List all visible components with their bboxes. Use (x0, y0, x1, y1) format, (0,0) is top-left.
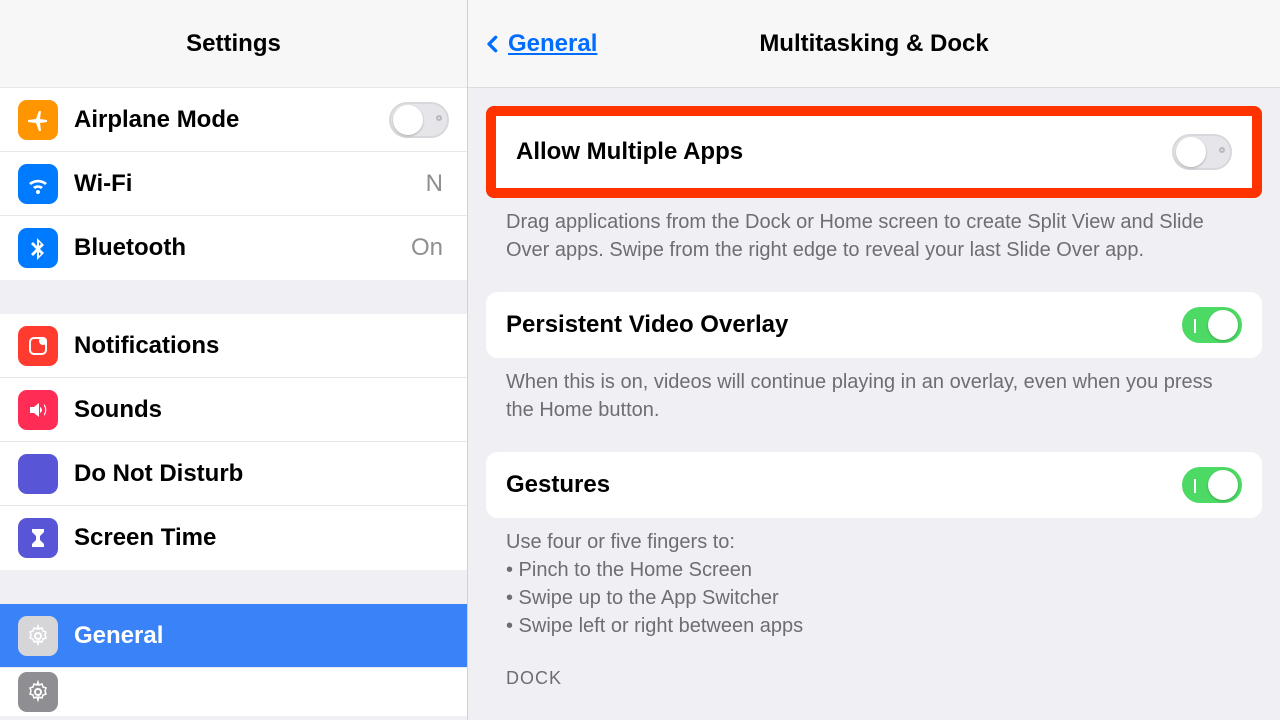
moon-icon (18, 454, 58, 494)
setting-description: Drag applications from the Dock or Home … (486, 198, 1262, 264)
sidebar-item-label: Airplane Mode (74, 106, 389, 134)
settings-sidebar: Settings Airplane Mode Wi-Fi N Bluetooth… (0, 0, 468, 720)
setting-label: Gestures (506, 471, 1182, 499)
setting-persistent-video-overlay[interactable]: Persistent Video Overlay (486, 292, 1262, 358)
bluetooth-icon (18, 228, 58, 268)
sidebar-group-connectivity: Airplane Mode Wi-Fi N Bluetooth On (0, 88, 467, 280)
sidebar-item-label: Screen Time (74, 524, 449, 552)
gestures-toggle[interactable] (1182, 467, 1242, 503)
sidebar-group-alerts: Notifications Sounds Do Not Disturb Scre… (0, 314, 467, 570)
back-label: General (508, 30, 597, 58)
sidebar-item-label: Do Not Disturb (74, 460, 449, 488)
highlighted-setting: Allow Multiple Apps (486, 106, 1262, 198)
sidebar-item-label: Notifications (74, 332, 449, 360)
sidebar-group-general: General (0, 604, 467, 716)
setting-allow-multiple-apps[interactable]: Allow Multiple Apps (496, 116, 1252, 188)
airplane-mode-toggle[interactable] (389, 102, 449, 138)
detail-pane: General Multitasking & Dock Allow Multip… (468, 0, 1280, 720)
setting-description: When this is on, videos will continue pl… (486, 358, 1262, 424)
setting-label: Persistent Video Overlay (506, 311, 1182, 339)
sidebar-item-screen-time[interactable]: Screen Time (0, 506, 467, 570)
chevron-left-icon (484, 29, 504, 59)
sidebar-item-airplane-mode[interactable]: Airplane Mode (0, 88, 467, 152)
back-button[interactable]: General (484, 29, 597, 59)
wifi-value: N (426, 170, 443, 198)
setting-gestures[interactable]: Gestures (486, 452, 1262, 518)
sidebar-item-dnd[interactable]: Do Not Disturb (0, 442, 467, 506)
sidebar-item-label: Sounds (74, 396, 449, 424)
section-header-dock: DOCK (486, 668, 1262, 695)
bluetooth-value: On (411, 234, 443, 262)
setting-description: Use four or five fingers to: • Pinch to … (486, 518, 1262, 640)
allow-multiple-apps-toggle[interactable] (1172, 134, 1232, 170)
notifications-icon (18, 326, 58, 366)
wifi-icon (18, 164, 58, 204)
gear-icon (18, 616, 58, 656)
detail-body: Allow Multiple Apps Drag applications fr… (468, 88, 1280, 720)
hourglass-icon (18, 518, 58, 558)
airplane-icon (18, 100, 58, 140)
detail-title: Multitasking & Dock (759, 30, 988, 58)
persistent-video-overlay-toggle[interactable] (1182, 307, 1242, 343)
sidebar-item-sounds[interactable]: Sounds (0, 378, 467, 442)
sidebar-item-label: Bluetooth (74, 234, 411, 262)
sidebar-item-notifications[interactable]: Notifications (0, 314, 467, 378)
gear-icon (18, 672, 58, 712)
sidebar-item-bluetooth[interactable]: Bluetooth On (0, 216, 467, 280)
detail-header: General Multitasking & Dock (468, 0, 1280, 88)
sounds-icon (18, 390, 58, 430)
sidebar-item-general[interactable]: General (0, 604, 467, 668)
sidebar-item-label: Wi-Fi (74, 170, 426, 198)
sidebar-item-cutoff[interactable] (0, 668, 467, 716)
sidebar-item-wifi[interactable]: Wi-Fi N (0, 152, 467, 216)
setting-label: Allow Multiple Apps (516, 138, 1172, 166)
sidebar-item-label: General (74, 622, 449, 650)
sidebar-title: Settings (0, 0, 467, 88)
